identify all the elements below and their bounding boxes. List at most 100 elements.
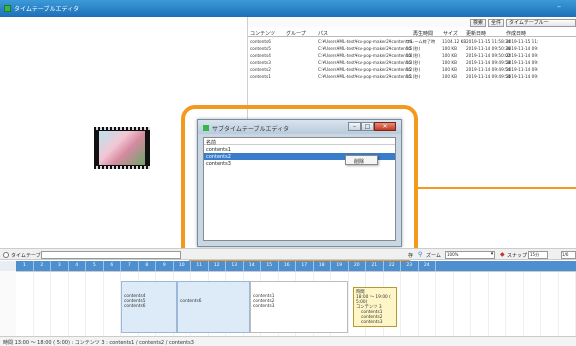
cell-size: 100 KB — [442, 74, 457, 79]
timeline-block[interactable]: contents1 contents2 contents3 — [250, 281, 348, 333]
hour-tick: 14 — [244, 261, 261, 271]
callout-line — [418, 187, 576, 189]
table-row[interactable]: contents1 C:¥Users¥ML-test¥sv-pop-maker2… — [248, 73, 576, 80]
hour-tick: 9 — [156, 261, 174, 271]
cell-updated: 2019-11-14 09:50:02 — [466, 53, 511, 58]
table-row[interactable]: contents5 C:¥Users¥ML-test¥sv-pop-maker2… — [248, 45, 576, 52]
all-button[interactable]: 全件 — [488, 19, 504, 27]
cell-size: 100 KB — [442, 46, 457, 51]
dialog-close-button[interactable]: ✕ — [374, 122, 396, 131]
zoom-select[interactable]: 100% — [445, 251, 495, 259]
block-item: contents6 — [124, 304, 146, 309]
dialog-list-header: 名前 — [204, 138, 395, 146]
dialog-title: サブタイムテーブルエディタ — [212, 126, 290, 133]
hour-tick: 15 — [261, 261, 279, 271]
cell-updated: 2019-11-14 09:49:50 — [466, 74, 511, 79]
hour-tick: 4 — [69, 261, 86, 271]
cell-size: 100 KB — [442, 60, 457, 65]
hour-tick: 24 — [419, 261, 436, 271]
save-button[interactable]: 存 — [408, 252, 413, 259]
hour-tick: 5 — [86, 261, 104, 271]
cell-path: C:¥Users¥ML-test¥sv-pop-maker2¥contents2 — [318, 67, 413, 72]
search-button[interactable]: 検索 — [470, 19, 486, 27]
dialog-app-icon — [203, 125, 209, 131]
cell-size: 100 KB — [442, 53, 457, 58]
hour-tick: 18 — [314, 261, 331, 271]
cell-path: C:¥Users¥ML-test¥sv-pop-maker2¥contents3 — [318, 60, 413, 65]
video-thumbnail[interactable] — [94, 127, 150, 169]
column-duration[interactable]: 再生時間 — [413, 30, 433, 37]
minimize-button[interactable]: – — [557, 2, 561, 11]
hour-tick: 17 — [296, 261, 314, 271]
cell-created: 2019-11-14 09: — [506, 60, 539, 65]
cell-size: 1104.12 KB — [442, 39, 467, 44]
column-created[interactable]: 作成日時 — [506, 30, 526, 37]
timeline-block[interactable]: contents6 — [177, 281, 250, 333]
timeline-block[interactable]: contents4 contents5 contents6 — [121, 281, 177, 333]
status-bar: 時間 13:00 ～ 18:00 ( 5:00) : コンテンツ 3 : con… — [0, 336, 576, 346]
dialog-minimize-button[interactable]: – — [348, 122, 361, 131]
cell-path: C:¥Users¥ML-test¥sv-pop-maker2¥contents6 — [318, 39, 413, 44]
cell-path: C:¥Users¥ML-test¥sv-pop-maker2¥contents4 — [318, 53, 413, 58]
hour-tick: 7 — [121, 261, 139, 271]
zoom-icon: ⚲ — [418, 251, 423, 258]
context-menu: 削除 — [345, 155, 378, 165]
list-item-label: contents3 — [206, 161, 231, 167]
table-row[interactable]: contents2 C:¥Users¥ML-test¥sv-pop-maker2… — [248, 66, 576, 73]
time-tooltip: 時間 18:00 ～ 19:00 ( 5:00) コンテンツ 3 content… — [353, 287, 397, 327]
hour-tick: 2 — [34, 261, 51, 271]
column-updated[interactable]: 更新日時 — [466, 30, 486, 37]
zoom-label: ズーム — [426, 253, 441, 259]
sub-timetable-dialog: サブタイムテーブルエディタ – □ ✕ 名前 contents1 content… — [197, 119, 402, 247]
hour-tick: 13 — [226, 261, 244, 271]
cell-created: 2019-11-14 09: — [506, 46, 539, 51]
ruler-corner — [0, 261, 16, 271]
cell-updated: 2019-11-15 11:58:34 — [466, 39, 511, 44]
track-header — [0, 271, 16, 336]
cell-name: contents4 — [250, 53, 271, 58]
cell-created: 2019-11-14 09: — [506, 67, 539, 72]
cell-path: C:¥Users¥ML-test¥sv-pop-maker2¥contents1 — [318, 74, 413, 79]
dialog-list[interactable]: 名前 contents1 contents2 contents3 — [203, 137, 396, 241]
delete-menu-item[interactable]: 削除 — [354, 158, 364, 165]
hour-tick: 10 — [174, 261, 191, 271]
cell-name: contents5 — [250, 46, 271, 51]
hour-tick: 23 — [401, 261, 419, 271]
block-item: contents3 — [253, 304, 275, 309]
column-contents[interactable]: コンテンツ — [250, 30, 275, 37]
snap-select[interactable]: 15分 — [528, 251, 548, 259]
hour-tick: 11 — [191, 261, 209, 271]
cell-updated: 2019-11-14 09:50:36 — [466, 46, 511, 51]
dialog-column-name[interactable]: 名前 — [206, 139, 216, 146]
tooltip-item: contents3 — [361, 320, 383, 325]
hour-tick: 12 — [209, 261, 226, 271]
list-item[interactable]: contents1 — [204, 146, 395, 153]
v-button[interactable]: 1/6 — [561, 251, 576, 259]
dialog-maximize-button[interactable]: □ — [361, 122, 374, 131]
table-row[interactable]: contents3 C:¥Users¥ML-test¥sv-pop-maker2… — [248, 59, 576, 66]
app-icon — [4, 5, 11, 12]
status-text: 時間 13:00 ～ 18:00 ( 5:00) : コンテンツ 3 : con… — [3, 340, 194, 346]
window-title: タイムテーブルエディタ — [14, 6, 80, 13]
cell-updated: 2019-11-14 09:49:54 — [466, 67, 511, 72]
chevron-down-icon[interactable]: ▾ — [489, 251, 495, 259]
cell-name: contents3 — [250, 60, 271, 65]
cell-created: 2019-11-15 11: — [506, 39, 539, 44]
hour-tick: 6 — [104, 261, 121, 271]
table-row[interactable]: contents4 C:¥Users¥ML-test¥sv-pop-maker2… — [248, 52, 576, 59]
timetable-name-input[interactable] — [41, 251, 181, 259]
table-row[interactable]: contents6 C:¥Users¥ML-test¥sv-pop-maker2… — [248, 38, 576, 45]
block-item: contents6 — [180, 299, 202, 304]
hour-tick: 20 — [349, 261, 366, 271]
tooltip-time: 18:00 ～ 19:00 ( 5:00) — [356, 295, 391, 305]
column-path[interactable]: パス — [318, 30, 328, 37]
timetable-radio[interactable] — [3, 252, 9, 258]
thumbnail-image — [99, 131, 145, 165]
magnet-icon: ◆ — [500, 251, 505, 258]
column-group[interactable]: グループ — [286, 30, 306, 37]
timeline-controls: タイムテーブル名 存 ⚲ ズーム 100% ▾ ◆ スナップ 15分 1/6 — [0, 248, 576, 260]
column-size[interactable]: サイズ — [443, 30, 458, 37]
cell-name: contents1 — [250, 74, 271, 79]
list-header: コンテンツ グループ パス 再生時間 サイズ 更新日時 作成日時 — [248, 29, 576, 37]
timetable-list-button[interactable]: タイムテーブル一 — [506, 19, 576, 27]
